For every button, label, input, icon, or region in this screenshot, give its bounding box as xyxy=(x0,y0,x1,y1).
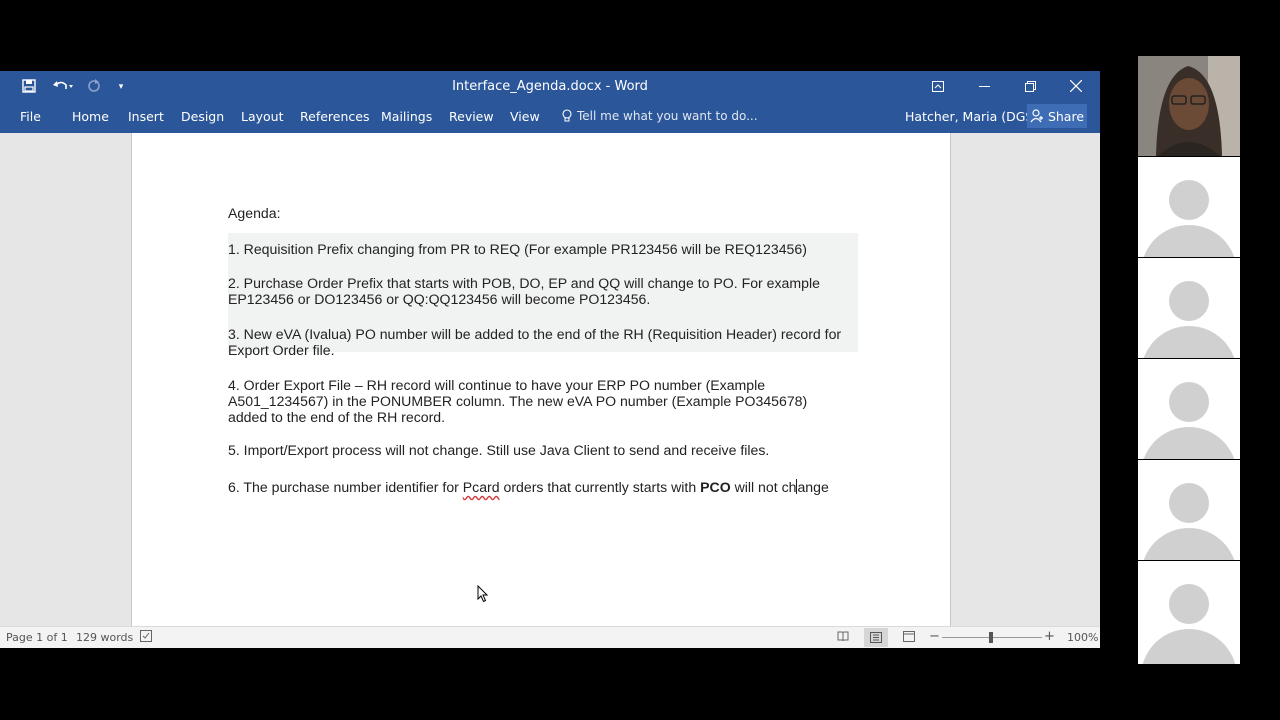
avatar-body xyxy=(1141,629,1237,664)
person-icon xyxy=(1030,109,1043,123)
page-count[interactable]: Page 1 of 1 xyxy=(6,631,68,644)
ribbon-tabs: File Home Insert Design Layout Reference… xyxy=(0,101,1100,133)
tell-me-placeholder: Tell me what you want to do... xyxy=(577,109,758,123)
avatar-body xyxy=(1141,427,1237,459)
tab-mailings[interactable]: Mailings xyxy=(381,109,432,124)
tab-references[interactable]: References xyxy=(300,109,369,124)
minimize-icon[interactable] xyxy=(961,71,1007,101)
avatar-head xyxy=(1169,281,1209,321)
tab-review[interactable]: Review xyxy=(449,109,494,124)
agenda-item-5: 5. Import/Export process will not change… xyxy=(228,442,770,458)
avatar-head xyxy=(1169,584,1209,624)
web-layout-icon[interactable] xyxy=(903,631,915,642)
agenda-item-2-line-1: 2. Purchase Order Prefix that starts wit… xyxy=(228,275,820,291)
close-icon[interactable] xyxy=(1053,71,1099,101)
zoom-in-icon[interactable]: + xyxy=(1044,629,1055,644)
participant-placeholder[interactable] xyxy=(1138,561,1240,664)
participant-video-active[interactable] xyxy=(1138,56,1240,156)
tab-layout[interactable]: Layout xyxy=(241,109,284,124)
status-bar: Page 1 of 1 129 words − + 100% xyxy=(0,626,1100,648)
word-count[interactable]: 129 words xyxy=(76,631,133,644)
share-label: Share xyxy=(1047,108,1085,124)
participant-placeholder[interactable] xyxy=(1138,157,1240,257)
agenda-heading: Agenda: xyxy=(228,205,281,221)
misspelled-word[interactable]: Pcard xyxy=(463,479,500,495)
agenda-item-2-line-2: EP123456 or DO123456 or QQ:QQ123456 will… xyxy=(228,291,651,307)
agenda-item-6-suffix-b: ange xyxy=(797,479,829,495)
avatar-body xyxy=(1141,326,1237,358)
participant-placeholder[interactable] xyxy=(1138,359,1240,459)
avatar-head xyxy=(1169,483,1209,523)
document-page[interactable]: Agenda: 1. Requisition Prefix changing f… xyxy=(131,133,951,626)
participant-placeholder[interactable] xyxy=(1138,460,1240,560)
zoom-out-icon[interactable]: − xyxy=(929,629,940,644)
agenda-item-6-suffix-a: will not ch xyxy=(730,479,797,495)
tab-design[interactable]: Design xyxy=(181,109,224,124)
account-name[interactable]: Hatcher, Maria (DGS) xyxy=(905,109,1038,124)
video-participants-panel xyxy=(1138,56,1240,664)
proofing-icon[interactable] xyxy=(140,630,154,643)
agenda-item-4-line-1: 4. Order Export File – RH record will co… xyxy=(228,377,766,393)
tab-view[interactable]: View xyxy=(510,109,540,124)
avatar-body xyxy=(1141,528,1237,560)
avatar-head xyxy=(1169,382,1209,422)
agenda-item-4-line-2: A501_1234567) in the PONUMBER column. Th… xyxy=(228,393,808,409)
participant-face-photo xyxy=(1138,56,1240,156)
agenda-item-6-mid: orders that currently starts with xyxy=(499,479,701,495)
word-window: ▾ Interface_Agenda.docx - Word File Home… xyxy=(0,71,1100,648)
print-layout-button[interactable] xyxy=(864,628,888,647)
agenda-item-6-prefix: 6. The purchase number identifier for xyxy=(228,479,463,495)
title-bar: ▾ Interface_Agenda.docx - Word xyxy=(0,71,1100,101)
avatar-body xyxy=(1141,225,1237,257)
agenda-item-4-line-3: added to the end of the RH record. xyxy=(228,409,446,425)
share-button[interactable]: Share xyxy=(1027,104,1087,128)
agenda-item-6: 6. The purchase number identifier for Pc… xyxy=(228,479,829,495)
restore-icon[interactable] xyxy=(1007,71,1053,101)
print-layout-icon xyxy=(870,632,882,643)
bold-prefix: PCO xyxy=(700,479,731,495)
tell-me-search[interactable]: Tell me what you want to do... xyxy=(561,109,758,123)
ribbon-display-options-icon[interactable] xyxy=(915,71,961,101)
tab-file[interactable]: File xyxy=(20,109,41,124)
mouse-pointer-icon xyxy=(477,585,489,603)
zoom-slider-thumb[interactable] xyxy=(989,632,993,643)
agenda-item-3-line-2: Export Order file. xyxy=(228,342,335,358)
avatar-head xyxy=(1169,180,1209,220)
tab-home[interactable]: Home xyxy=(72,109,109,124)
read-mode-icon[interactable] xyxy=(837,631,849,642)
agenda-item-3-line-1: 3. New eVA (Ivalua) PO number will be ad… xyxy=(228,326,842,342)
agenda-item-1: 1. Requisition Prefix changing from PR t… xyxy=(228,241,807,257)
participant-placeholder[interactable] xyxy=(1138,258,1240,358)
zoom-level[interactable]: 100% xyxy=(1067,631,1098,644)
lightbulb-icon xyxy=(562,109,572,122)
tab-insert[interactable]: Insert xyxy=(128,109,164,124)
